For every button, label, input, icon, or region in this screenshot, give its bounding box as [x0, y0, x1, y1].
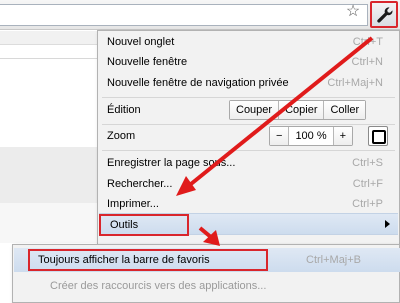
edit-button-group: Couper Copier Coller	[229, 100, 367, 120]
menu-separator	[102, 150, 395, 151]
zoom-in-button[interactable]: +	[332, 127, 353, 145]
menu-item-label: Nouvelle fenêtre de navigation privée	[107, 77, 289, 89]
tools-label: Outils	[99, 214, 189, 236]
star-icon[interactable]: ☆	[344, 3, 362, 21]
page-background-block	[0, 203, 100, 243]
menu-item-shortcut: Ctrl+T	[352, 36, 383, 48]
page-background-block	[0, 147, 100, 203]
menu-item-save-page[interactable]: Enregistrer la page sous... Ctrl+S	[107, 154, 399, 172]
copy-button[interactable]: Copier	[278, 101, 324, 119]
paste-button[interactable]: Coller	[323, 101, 366, 119]
menu-item-shortcut: Ctrl+S	[352, 157, 383, 169]
page-divider	[0, 58, 100, 59]
menu-item-new-incognito-window[interactable]: Nouvelle fenêtre de navigation privée Ct…	[107, 74, 399, 92]
menu-item-print[interactable]: Imprimer... Ctrl+P	[107, 195, 399, 213]
menu-item-shortcut: Ctrl+Maj+N	[327, 77, 383, 89]
zoom-value: 100 %	[288, 127, 333, 145]
menu-item-label: Imprimer...	[107, 198, 159, 210]
browser-toolbar: ☆	[0, 0, 400, 30]
submenu-item-show-bookmarks-bar[interactable]: Toujours afficher la barre de favoris	[28, 249, 268, 271]
submenu-item-create-shortcuts[interactable]: Créer des raccourcis vers des applicatio…	[50, 277, 266, 295]
cut-button[interactable]: Couper	[230, 101, 279, 119]
menu-item-find[interactable]: Rechercher... Ctrl+F	[107, 175, 399, 193]
wrench-menu-button[interactable]	[370, 1, 398, 28]
chevron-right-icon	[385, 220, 390, 228]
fullscreen-icon[interactable]	[368, 126, 388, 146]
menu-item-label: Enregistrer la page sous...	[107, 157, 236, 169]
menu-item-shortcut: Ctrl+P	[352, 198, 383, 210]
submenu-item-label: Toujours afficher la barre de favoris	[38, 254, 210, 266]
zoom-button-group: − 100 % +	[269, 126, 354, 146]
menu-item-label: Nouvelle fenêtre	[107, 56, 188, 68]
menu-item-new-window[interactable]: Nouvelle fenêtre Ctrl+N	[107, 53, 399, 71]
address-bar[interactable]	[0, 4, 368, 26]
menu-separator	[102, 97, 395, 98]
menu-item-shortcut: Ctrl+F	[352, 178, 383, 190]
menu-item-shortcut: Ctrl+N	[351, 56, 383, 68]
edit-label: Édition	[107, 104, 141, 116]
zoom-label: Zoom	[107, 130, 136, 142]
menu-row-zoom: Zoom	[107, 127, 399, 145]
zoom-out-button[interactable]: −	[270, 127, 289, 145]
wrench-menu: Nouvel onglet Ctrl+T Nouvelle fenêtre Ct…	[97, 30, 400, 245]
menu-item-new-tab[interactable]: Nouvel onglet Ctrl+T	[107, 33, 399, 51]
menu-separator	[102, 124, 395, 125]
page-background-strip	[0, 31, 100, 45]
menu-item-tools[interactable]: Outils	[99, 213, 398, 236]
wrench-icon	[377, 7, 393, 23]
menu-item-label: Rechercher...	[107, 178, 173, 190]
menu-item-label: Nouvel onglet	[107, 36, 175, 48]
submenu-item-shortcut: Ctrl+Maj+B	[306, 254, 362, 266]
